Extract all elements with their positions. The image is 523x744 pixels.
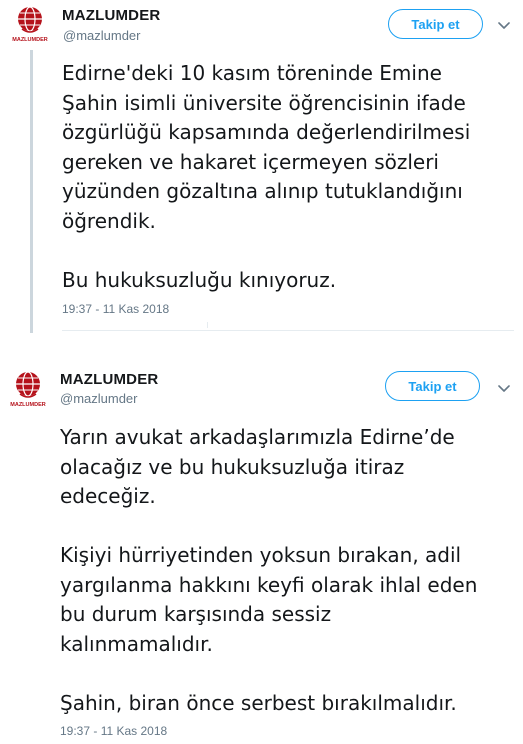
svg-text:MAZLUMDER: MAZLUMDER	[12, 37, 47, 43]
display-name[interactable]: MAZLUMDER	[62, 7, 160, 24]
action-separator	[207, 322, 218, 328]
mazlumder-logo-icon: MAZLUMDER	[12, 6, 48, 43]
actions-row	[62, 322, 514, 332]
timestamp[interactable]: 19:37 - 11 Kas 2018	[60, 724, 167, 738]
timestamp[interactable]: 19:37 - 11 Kas 2018	[62, 302, 169, 316]
avatar[interactable]: MAZLUMDER	[10, 4, 50, 44]
display-name[interactable]: MAZLUMDER	[60, 371, 158, 388]
chevron-down-icon[interactable]	[496, 17, 512, 33]
follow-button[interactable]: Takip et	[388, 9, 483, 39]
tweet-text: Edirne'deki 10 kasım töreninde Emine Şah…	[62, 61, 471, 292]
tweet: MAZLUMDER MAZLUMDER @mazlumder Takip et …	[0, 362, 523, 744]
mazlumder-logo-icon: MAZLUMDER	[10, 371, 46, 408]
tweet-text: Yarın avukat arkadaşlarımızla Edirne’de …	[60, 425, 478, 715]
thread-connector	[30, 50, 33, 333]
handle[interactable]: @mazlumder	[60, 391, 138, 406]
handle[interactable]: @mazlumder	[63, 28, 141, 43]
divider	[62, 330, 514, 331]
tweet: MAZLUMDER MAZLUMDER @mazlumder Takip et …	[0, 0, 523, 340]
svg-text:MAZLUMDER: MAZLUMDER	[10, 402, 45, 408]
chevron-down-icon[interactable]	[496, 380, 512, 396]
avatar[interactable]: MAZLUMDER	[8, 369, 48, 409]
follow-button[interactable]: Takip et	[385, 371, 480, 401]
